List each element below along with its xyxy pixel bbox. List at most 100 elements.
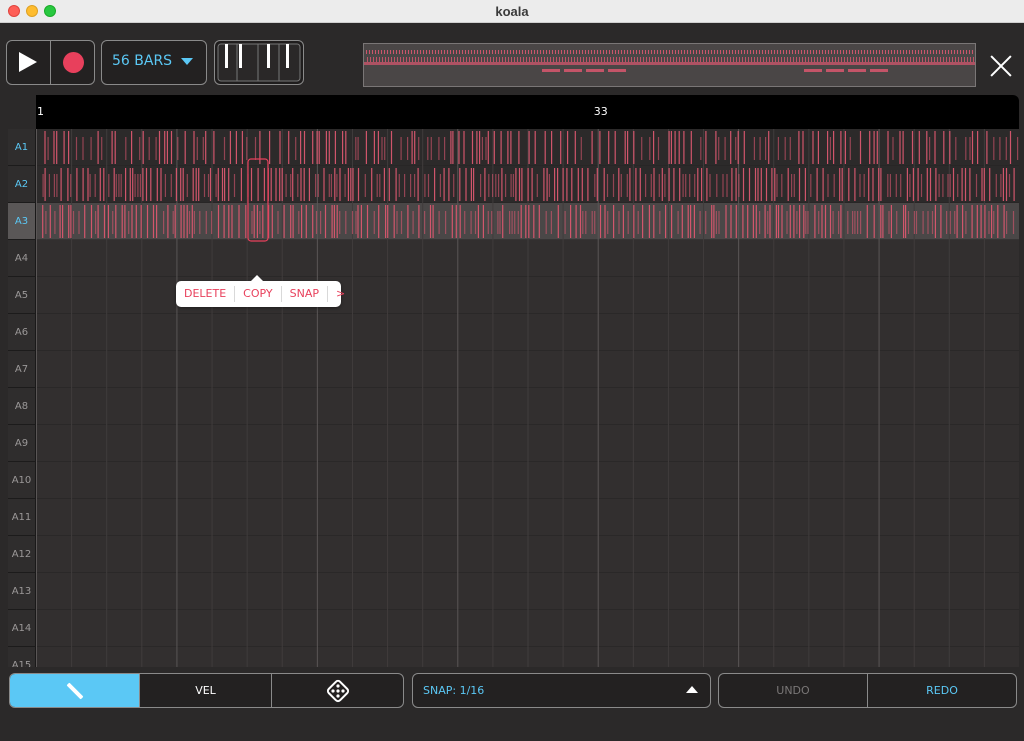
note <box>315 211 318 234</box>
overview-note <box>477 50 478 54</box>
overview-note <box>952 57 953 62</box>
note <box>342 131 344 164</box>
note <box>681 205 683 238</box>
play-button[interactable] <box>7 41 51 84</box>
overview-note <box>471 50 472 54</box>
track-label-a2[interactable]: A2 <box>8 166 36 203</box>
undo-label: UNDO <box>776 684 810 697</box>
overview-note <box>810 50 811 54</box>
note <box>582 211 584 234</box>
overview-note <box>400 57 401 62</box>
note <box>743 131 745 164</box>
copy-menu-item[interactable]: COPY <box>235 286 282 302</box>
overview-note <box>381 50 382 54</box>
note <box>943 131 945 164</box>
track-label-a13[interactable]: A13 <box>8 573 36 610</box>
note <box>400 211 403 234</box>
overview-note <box>841 57 842 62</box>
overview-note <box>642 50 643 54</box>
note <box>142 131 144 164</box>
track-label-a10[interactable]: A10 <box>8 462 36 499</box>
overview-note <box>915 50 916 54</box>
overview-note <box>583 57 584 62</box>
note <box>192 168 194 201</box>
track-label-a12[interactable]: A12 <box>8 536 36 573</box>
draw-tool-button[interactable] <box>10 674 139 707</box>
overview-note <box>612 50 613 54</box>
overview-note <box>738 50 739 54</box>
redo-button[interactable]: REDO <box>868 674 1016 707</box>
track-label-a3[interactable]: A3 <box>8 203 36 240</box>
note <box>250 168 253 201</box>
note <box>111 131 113 164</box>
track-label-a14[interactable]: A14 <box>8 610 36 647</box>
note <box>798 168 801 201</box>
track-label-a4[interactable]: A4 <box>8 240 36 277</box>
note <box>890 205 892 238</box>
overview-note <box>936 50 937 54</box>
overview-note <box>580 57 581 62</box>
overview-note <box>768 50 769 54</box>
track-label-a9[interactable]: A9 <box>8 425 36 462</box>
overview-note <box>822 50 823 54</box>
note <box>920 174 923 197</box>
overview-note <box>367 57 368 62</box>
note <box>217 205 220 238</box>
more-menu-item[interactable]: > <box>328 286 353 302</box>
record-button[interactable] <box>51 41 94 84</box>
note <box>404 174 406 197</box>
note <box>827 174 829 197</box>
overview-note <box>709 57 710 62</box>
timeline-ruler[interactable]: 1 33 <box>36 95 1019 129</box>
history-controls: UNDO REDO <box>718 673 1017 708</box>
note <box>868 168 870 201</box>
overview-note <box>831 50 832 54</box>
note <box>528 131 530 164</box>
song-overview[interactable] <box>363 43 976 87</box>
overview-note <box>754 57 755 62</box>
track-label-a1[interactable]: A1 <box>8 129 36 166</box>
close-icon[interactable] <box>990 55 1012 77</box>
delete-menu-item[interactable]: DELETE <box>176 286 236 302</box>
velocity-tool-button[interactable]: VEL <box>139 674 272 707</box>
track-label-a11[interactable]: A11 <box>8 499 36 536</box>
track-label-a7[interactable]: A7 <box>8 351 36 388</box>
note-grid[interactable] <box>36 129 1019 667</box>
note <box>1017 137 1019 160</box>
note <box>221 168 224 201</box>
note <box>139 174 141 197</box>
note <box>347 168 349 201</box>
note <box>988 211 990 234</box>
bars-dropdown[interactable]: 56 BARS <box>101 40 207 85</box>
note <box>833 131 835 164</box>
note <box>355 211 357 234</box>
note <box>451 205 453 238</box>
overview-note <box>531 50 532 54</box>
track-label-a8[interactable]: A8 <box>8 388 36 425</box>
note <box>229 131 231 164</box>
randomize-button[interactable] <box>272 674 403 707</box>
note <box>748 168 751 201</box>
track-label-a15[interactable]: A15 <box>8 647 36 667</box>
track-label-a5[interactable]: A5 <box>8 277 36 314</box>
keyboard-button[interactable] <box>214 40 304 85</box>
note <box>544 131 546 164</box>
snap-menu-item[interactable]: SNAP <box>282 286 328 302</box>
undo-button[interactable]: UNDO <box>719 674 868 707</box>
overview-note <box>916 57 917 62</box>
overview-note <box>939 50 940 54</box>
note <box>594 211 596 234</box>
note <box>292 205 294 238</box>
note <box>690 131 692 164</box>
note <box>160 168 162 201</box>
track-label-a6[interactable]: A6 <box>8 314 36 351</box>
note <box>444 137 446 160</box>
overview-note <box>895 57 896 62</box>
snap-dropdown[interactable]: SNAP: 1/16 <box>412 673 711 708</box>
note <box>557 205 559 238</box>
note <box>241 131 243 164</box>
note <box>115 205 117 238</box>
overview-note <box>765 50 766 54</box>
note <box>915 211 918 234</box>
overview-note <box>664 57 665 62</box>
